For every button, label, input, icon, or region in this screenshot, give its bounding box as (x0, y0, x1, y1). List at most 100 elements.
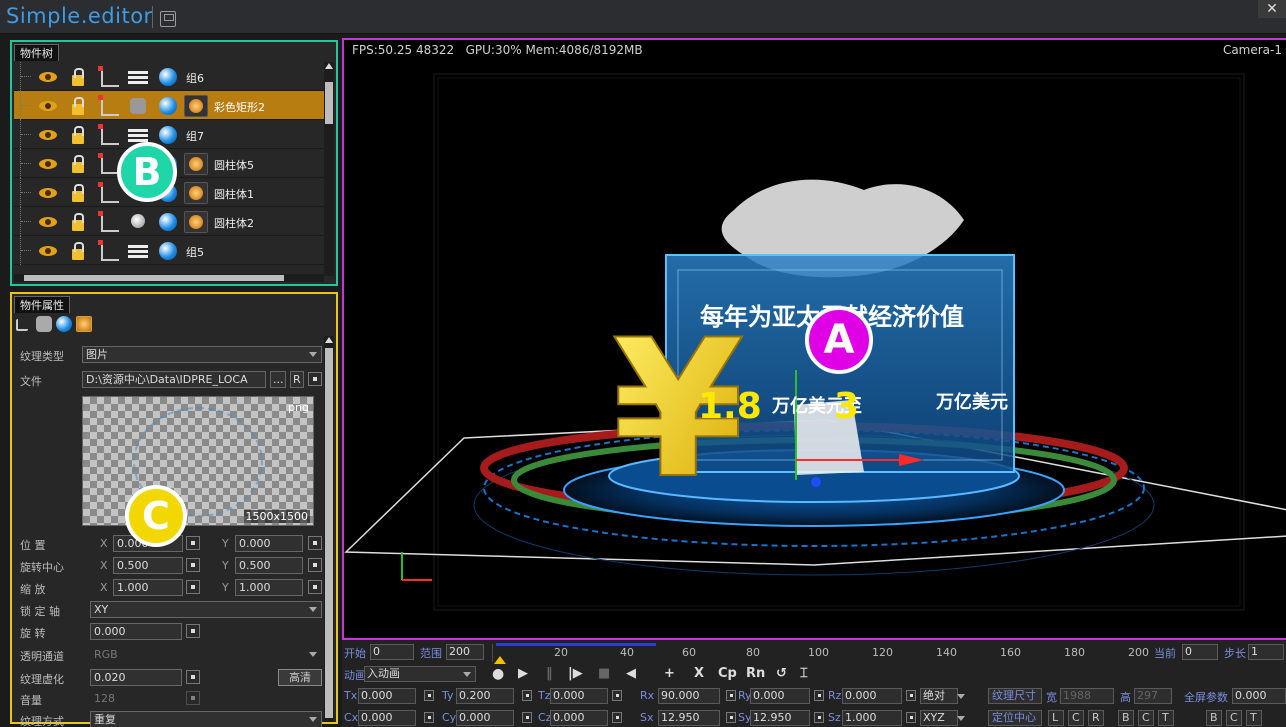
rotation-center-y-input[interactable]: 0.500 (235, 557, 303, 574)
scale-x-input[interactable]: 1.000 (113, 579, 183, 596)
range-input[interactable]: 200 (446, 644, 484, 660)
alpha-channel-select[interactable]: RGB (90, 646, 322, 663)
scale-y-toggle[interactable] (308, 580, 322, 594)
tree-node-selected[interactable]: 彩色矩形2 (14, 91, 326, 120)
visibility-eye-icon[interactable] (36, 211, 60, 233)
axis-icon[interactable] (96, 124, 120, 146)
align-bottom-button[interactable]: B (1118, 710, 1134, 726)
chevron-down-icon[interactable] (306, 347, 320, 362)
file-path-input[interactable]: D:\资源中心\Data\IDPRE_LOCA (82, 371, 266, 388)
tree-node[interactable]: 组7 (14, 120, 326, 149)
chevron-down-icon[interactable] (954, 711, 968, 726)
rotation-center-y-toggle[interactable] (308, 558, 322, 572)
rx-input[interactable]: 90.000 (658, 688, 720, 704)
tree-node[interactable]: 组5 (14, 236, 326, 265)
tree-vertical-scrollbar[interactable] (324, 62, 334, 276)
step-forward-icon[interactable]: |▶ (568, 666, 583, 681)
position-y-input[interactable]: 0.000 (235, 535, 303, 552)
sphere-icon[interactable] (156, 240, 180, 262)
sphere-icon[interactable] (156, 124, 180, 146)
copy-keyframe-button[interactable]: Cp (718, 666, 737, 681)
sx-key-toggle[interactable] (726, 712, 736, 723)
scroll-thumb[interactable] (325, 82, 333, 124)
add-keyframe-button[interactable]: + (664, 666, 675, 681)
rz-input[interactable]: 0.000 (842, 688, 902, 704)
lock-icon[interactable] (66, 211, 90, 233)
axis-icon[interactable] (96, 211, 120, 233)
tab-object-properties[interactable]: 物件属性 (14, 296, 70, 313)
file-option-toggle[interactable] (308, 372, 322, 386)
material-icon[interactable] (126, 66, 150, 88)
scale-x-toggle[interactable] (186, 580, 200, 594)
tz-key-toggle[interactable] (612, 690, 622, 701)
material-icon[interactable] (126, 95, 150, 117)
cx-key-toggle[interactable] (424, 712, 434, 723)
sphere-icon[interactable] (156, 66, 180, 88)
playhead-marker[interactable] (494, 656, 506, 664)
hd-button[interactable]: 高清 (278, 669, 322, 686)
align-top-button[interactable]: T (1158, 710, 1174, 726)
align-middle-button[interactable]: C (1138, 710, 1154, 726)
axis-icon[interactable] (96, 66, 120, 88)
axis-icon[interactable] (96, 95, 120, 117)
sphere-icon[interactable] (156, 211, 180, 233)
tree-horizontal-scrollbar[interactable] (14, 274, 324, 282)
texture-icon[interactable] (184, 182, 208, 204)
axis-icon[interactable] (96, 182, 120, 204)
delete-keyframe-button[interactable]: X (694, 666, 704, 681)
rx-key-toggle[interactable] (726, 690, 736, 701)
scroll-up-icon[interactable] (325, 63, 333, 69)
material-icon[interactable] (126, 240, 150, 262)
sy-input[interactable]: 12.950 (750, 710, 810, 726)
lock-icon[interactable] (66, 182, 90, 204)
chevron-down-icon[interactable] (306, 712, 320, 727)
axis-icon[interactable] (96, 240, 120, 262)
rotate-toggle[interactable] (186, 624, 200, 638)
material-icon[interactable] (126, 211, 150, 233)
align-back-button[interactable]: B (1206, 710, 1222, 726)
visibility-eye-icon[interactable] (36, 153, 60, 175)
chevron-down-icon[interactable] (306, 602, 320, 617)
close-button[interactable]: ✕ (1258, 0, 1286, 18)
frame-fit-icon[interactable]: ⌶ (800, 666, 808, 681)
texture-blur-input[interactable]: 0.020 (90, 669, 182, 686)
sphere-icon[interactable] (156, 95, 180, 117)
cz-key-toggle[interactable] (612, 712, 622, 723)
sz-input[interactable]: 1.000 (842, 710, 902, 726)
tab-object-tree[interactable]: 物件树 (14, 44, 59, 61)
start-input[interactable]: 0 (370, 644, 414, 660)
volume-toggle[interactable] (186, 691, 200, 705)
visibility-eye-icon[interactable] (36, 66, 60, 88)
visibility-eye-icon[interactable] (36, 182, 60, 204)
position-x-toggle[interactable] (186, 536, 200, 550)
chevron-down-icon[interactable] (460, 667, 474, 682)
cy-input[interactable]: 0.000 (456, 710, 514, 726)
chevron-down-icon[interactable] (306, 647, 320, 662)
sphere-icon[interactable] (56, 316, 72, 332)
align-center-button[interactable]: C (1068, 710, 1084, 726)
texture-type-select[interactable]: 图片 (82, 346, 322, 363)
rotation-center-x-input[interactable]: 0.500 (113, 557, 183, 574)
sz-key-toggle[interactable] (906, 712, 916, 723)
sy-key-toggle[interactable] (814, 712, 824, 723)
scroll-thumb[interactable] (325, 348, 333, 718)
texture-blur-toggle[interactable] (186, 670, 200, 684)
play-icon[interactable]: ▶ (518, 666, 528, 681)
tx-input[interactable]: 0.000 (358, 688, 416, 704)
visibility-eye-icon[interactable] (36, 124, 60, 146)
rotation-center-x-toggle[interactable] (186, 558, 200, 572)
texture-mode-select[interactable]: 重复 (90, 711, 322, 727)
texture-icon[interactable] (184, 153, 208, 175)
texture-icon[interactable] (76, 316, 92, 332)
cy-key-toggle[interactable] (522, 712, 532, 723)
ry-input[interactable]: 0.000 (750, 688, 810, 704)
rename-button[interactable]: Rn (746, 666, 765, 681)
volume-input[interactable]: 128 (90, 690, 182, 707)
lock-icon[interactable] (66, 95, 90, 117)
rz-key-toggle[interactable] (906, 690, 916, 701)
current-frame-input[interactable]: 0 (1182, 644, 1218, 660)
lock-axis-select[interactable]: XY (90, 601, 322, 618)
material-icon[interactable] (36, 316, 52, 332)
tz-input[interactable]: 0.000 (550, 688, 608, 704)
chevron-down-icon[interactable] (954, 689, 968, 704)
